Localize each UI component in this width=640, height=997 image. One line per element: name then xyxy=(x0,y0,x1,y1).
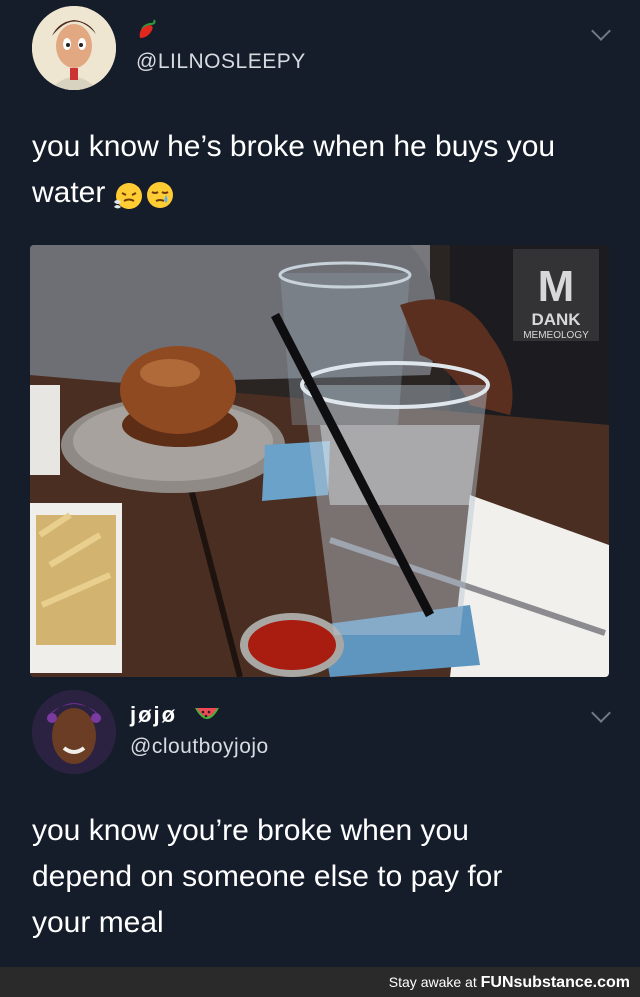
tweet-1-text: you know he’s broke when he buys you wat… xyxy=(32,124,555,216)
hot-pepper-icon xyxy=(136,16,160,40)
photo-burger-and-water: M DANK MEMEOLOGY xyxy=(30,245,609,677)
footer-prefix: Stay awake at xyxy=(388,974,481,990)
watermelon-icon xyxy=(194,704,220,726)
watermark-memeology: MEMEOLOGY xyxy=(523,330,589,341)
avatar[interactable] xyxy=(32,690,116,774)
chevron-down-icon[interactable] xyxy=(591,21,611,41)
watermark-dank: DANK xyxy=(531,310,581,329)
watermark-footer: Stay awake at FUNsubstance.com xyxy=(0,967,640,997)
svg-text:M: M xyxy=(538,262,575,311)
tweet-1-handle[interactable]: @LILNOSLEEPY xyxy=(136,50,306,74)
tweet-1-text-line-1: you know he’s broke when he buys you xyxy=(32,130,556,163)
tweet-2-text: you know you’re broke when you depend on… xyxy=(32,808,502,946)
footer-text: Stay awake at FUNsubstance.com xyxy=(389,974,630,992)
tweet-2-display-name[interactable]: jøjø xyxy=(130,702,177,728)
footer-brand[interactable]: FUNsubstance.com xyxy=(481,974,630,991)
tweet-1-text-line-2: water xyxy=(32,170,555,216)
tweet-2-text-line-1: you know you’re broke when you xyxy=(32,814,469,847)
avatar-cartoon-boy xyxy=(32,6,116,90)
tweet-1-text-line-2-word: water xyxy=(32,176,106,209)
sleepy-face-icon xyxy=(145,178,175,208)
avatar-photo xyxy=(32,690,116,774)
tweet-2-text-line-3: your meal xyxy=(32,906,164,939)
tweet-2-text-line-2: depend on someone else to pay for xyxy=(32,860,503,893)
tweet-2-handle[interactable]: @cloutboyjojo xyxy=(130,735,269,759)
face-with-steam-icon xyxy=(113,178,143,209)
tweet-photo[interactable]: M DANK MEMEOLOGY xyxy=(30,245,609,677)
avatar[interactable] xyxy=(32,6,116,90)
chevron-down-icon[interactable] xyxy=(591,703,611,723)
